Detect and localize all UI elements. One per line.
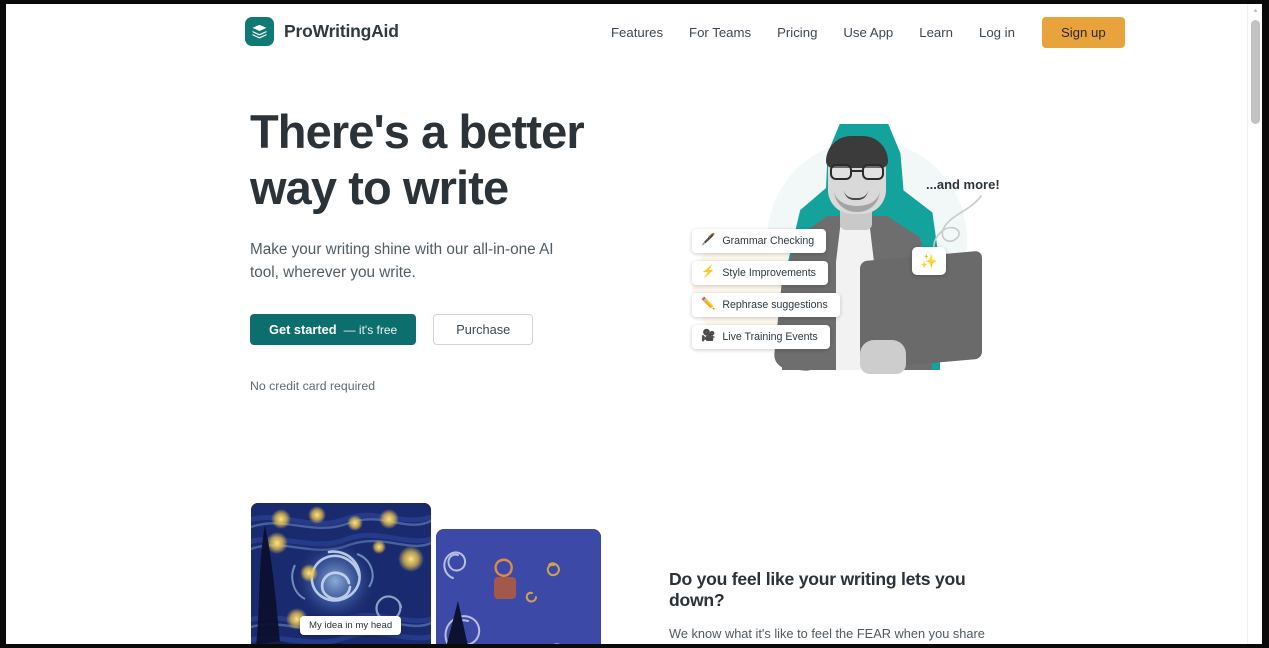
and-more-annotation: ...and more!	[926, 177, 1000, 192]
nav-features[interactable]: Features	[604, 19, 676, 46]
brand-logo-link[interactable]: ProWritingAid	[245, 17, 399, 46]
pencil-icon: ✏️	[701, 298, 716, 311]
page-scrollbar[interactable]: ▴	[1247, 4, 1262, 644]
chip-label: Grammar Checking	[722, 235, 815, 247]
list-item: 🎥 Live Training Events	[692, 325, 830, 349]
get-started-sublabel: — it's free	[343, 322, 398, 337]
fountain-pen-icon: 🖋️	[701, 234, 716, 247]
no-credit-card-note: No credit card required	[250, 379, 376, 393]
scrollbar-thumb[interactable]	[1251, 20, 1260, 124]
sign-up-button[interactable]: Sign up	[1041, 17, 1125, 48]
headline-line-2: way to write	[250, 161, 509, 214]
list-item: ✏️ Rephrase suggestions	[692, 293, 840, 317]
lower-copy-block: Do you feel like your writing lets you d…	[669, 569, 1014, 644]
chip-label: Style Improvements	[722, 267, 816, 279]
nav-learn[interactable]: Learn	[906, 19, 966, 46]
hero-cta-row: Get started — it's free Purchase	[250, 314, 650, 345]
nav-pricing[interactable]: Pricing	[764, 19, 830, 46]
window-chrome-left	[0, 0, 6, 648]
feature-chip-list: 🖋️ Grammar Checking ⚡ Style Improvements…	[692, 229, 840, 349]
lightning-bolt-icon: ⚡	[701, 266, 716, 279]
painting-caption: My idea in my head	[300, 616, 402, 635]
section-body: We know what it's like to feel the FEAR …	[669, 626, 985, 641]
brand-name: ProWritingAid	[284, 21, 399, 41]
video-camera-icon: 🎥	[701, 330, 716, 343]
section-heading: Do you feel like your writing lets you d…	[669, 569, 966, 610]
chip-label: Live Training Events	[722, 331, 818, 343]
person-hand	[860, 340, 906, 374]
page-title: There's a better way to write	[250, 104, 650, 216]
hero-subheadline: Make your writing shine with our all-in-…	[250, 241, 554, 281]
list-item: 🖋️ Grammar Checking	[692, 229, 827, 253]
main-navigation: Features For Teams Pricing Use App Learn…	[604, 4, 1125, 61]
nav-for-teams[interactable]: For Teams	[676, 19, 764, 46]
crude-sketch-panel	[436, 529, 601, 644]
nav-log-in[interactable]: Log in	[966, 19, 1028, 46]
book-pages-icon	[245, 17, 274, 46]
chip-label: Rephrase suggestions	[722, 299, 828, 311]
hero-text-block: There's a better way to write Make your …	[250, 104, 650, 393]
list-item: ⚡ Style Improvements	[692, 261, 828, 285]
sparkle-badge: ✨	[912, 247, 946, 275]
scroll-up-arrow-icon[interactable]: ▴	[1252, 7, 1259, 14]
get-started-label: Get started	[269, 322, 337, 337]
browser-window: ProWritingAid Features For Teams Pricing…	[0, 0, 1269, 648]
window-chrome-bottom	[0, 644, 1269, 648]
glasses-icon	[830, 164, 884, 180]
page-viewport: ProWritingAid Features For Teams Pricing…	[6, 4, 1262, 644]
get-started-button[interactable]: Get started — it's free	[250, 314, 417, 345]
site-header: ProWritingAid Features For Teams Pricing…	[6, 4, 1247, 61]
hero-illustration: 🖋️ Grammar Checking ⚡ Style Improvements…	[674, 104, 1024, 394]
sparkle-icon: ✨	[920, 252, 938, 269]
purchase-button[interactable]: Purchase	[433, 314, 534, 345]
window-chrome-right	[1262, 0, 1269, 648]
headline-line-1: There's a better	[250, 105, 585, 158]
nav-use-app[interactable]: Use App	[830, 19, 906, 46]
window-chrome-top	[0, 0, 1269, 4]
